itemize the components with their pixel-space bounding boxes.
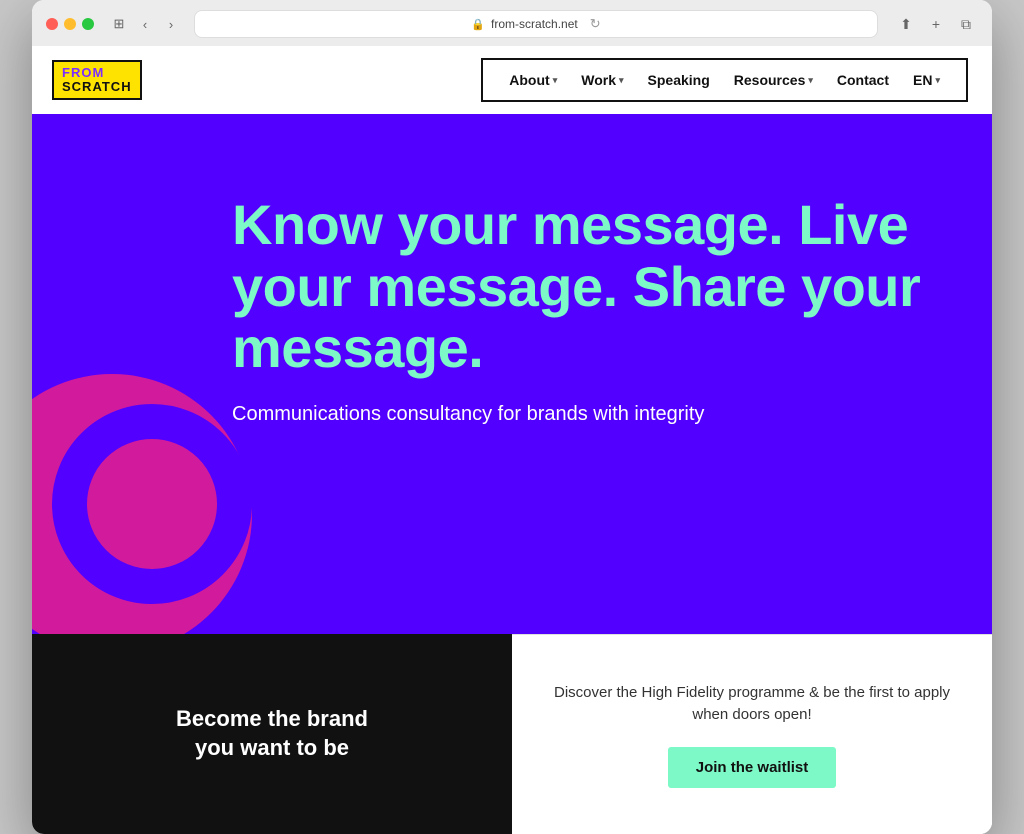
- forward-button[interactable]: ›: [160, 13, 182, 35]
- nav-item-work[interactable]: Work ▾: [571, 68, 633, 92]
- nav-item-contact[interactable]: Contact: [827, 68, 899, 92]
- nav-item-speaking[interactable]: Speaking: [638, 68, 720, 92]
- main-nav: About ▾ Work ▾ Speaking Resources ▾: [481, 58, 968, 102]
- browser-actions: ⬆ + ⧉: [894, 12, 978, 36]
- cta-black-panel: Become the brand you want to be: [32, 634, 512, 834]
- logo-line1: FROM: [62, 66, 132, 80]
- nav-item-resources[interactable]: Resources ▾: [724, 68, 823, 92]
- add-tab-button[interactable]: +: [924, 12, 948, 36]
- nav-item-about[interactable]: About ▾: [499, 68, 567, 92]
- chevron-down-icon: ▾: [619, 75, 624, 86]
- close-button[interactable]: [46, 18, 58, 30]
- new-window-button[interactable]: ⧉: [954, 12, 978, 36]
- waitlist-button[interactable]: Join the waitlist: [668, 747, 837, 788]
- back-button[interactable]: ‹: [134, 13, 156, 35]
- chevron-down-icon: ▾: [553, 75, 558, 86]
- hero-subheadline: Communications consultancy for brands wi…: [232, 403, 952, 426]
- website-content: FROM SCRATCH About ▾ Work ▾ Speaking: [32, 46, 992, 834]
- site-logo[interactable]: FROM SCRATCH: [52, 60, 142, 101]
- address-bar[interactable]: 🔒 from-scratch.net ↻: [194, 10, 878, 38]
- traffic-lights: [46, 18, 94, 30]
- lock-icon: 🔒: [471, 18, 485, 31]
- reload-icon: ↻: [590, 16, 601, 32]
- share-button[interactable]: ⬆: [894, 12, 918, 36]
- nav-item-language[interactable]: EN ▾: [903, 68, 950, 92]
- sidebar-toggle-button[interactable]: ⊞: [108, 13, 130, 35]
- hero-headline: Know your message. Live your message. Sh…: [232, 194, 952, 379]
- fullscreen-button[interactable]: [82, 18, 94, 30]
- browser-controls: ⊞ ‹ ›: [108, 13, 182, 35]
- cta-white-panel: Discover the High Fidelity programme & b…: [512, 634, 992, 834]
- chevron-down-icon: ▾: [808, 75, 813, 86]
- url-text: from-scratch.net: [491, 17, 578, 31]
- chevron-down-icon: ▾: [935, 75, 940, 86]
- hero-section: Know your message. Live your message. Sh…: [32, 114, 992, 634]
- site-header: FROM SCRATCH About ▾ Work ▾ Speaking: [32, 46, 992, 114]
- hero-circle-inner: [52, 404, 252, 604]
- cta-description: Discover the High Fidelity programme & b…: [552, 682, 952, 727]
- minimize-button[interactable]: [64, 18, 76, 30]
- logo-line2: SCRATCH: [62, 80, 132, 94]
- hero-content: Know your message. Live your message. Sh…: [232, 194, 952, 426]
- cta-section: Become the brand you want to be Discover…: [32, 634, 992, 834]
- cta-black-text: Become the brand you want to be: [176, 705, 368, 762]
